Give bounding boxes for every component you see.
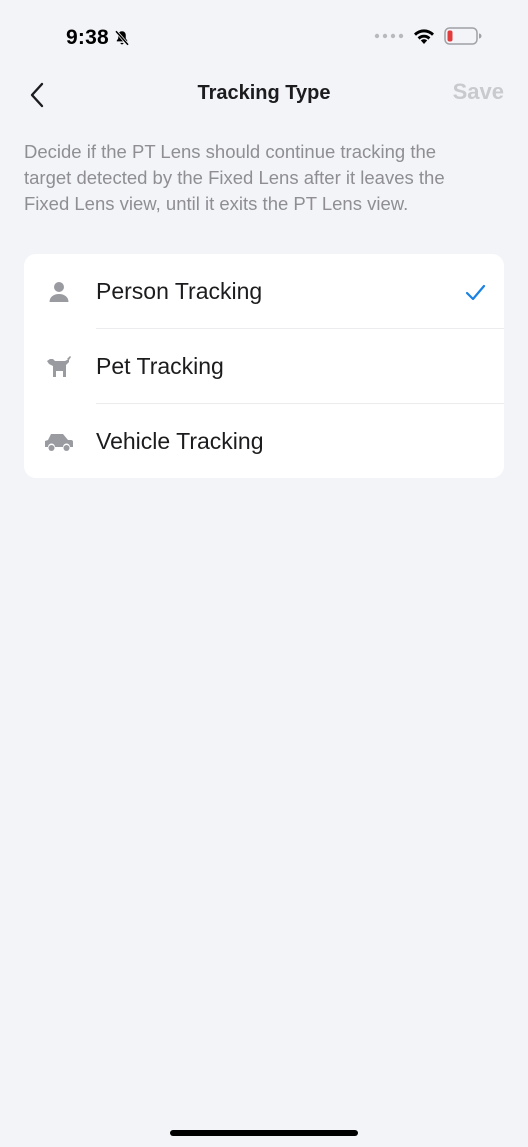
cellular-dots-icon <box>374 33 404 39</box>
status-time: 9:38 <box>66 26 131 50</box>
checkmark-icon <box>465 284 486 300</box>
home-indicator[interactable] <box>170 1130 358 1136</box>
person-icon <box>44 277 74 307</box>
description-text: Decide if the PT Lens should continue tr… <box>24 141 445 214</box>
battery-low-icon <box>444 27 482 45</box>
option-label: Pet Tracking <box>96 353 224 379</box>
car-icon <box>44 427 74 457</box>
option-pet-tracking[interactable]: Pet Tracking <box>24 329 504 404</box>
status-bar: 9:38 <box>0 0 528 78</box>
option-label: Vehicle Tracking <box>96 428 264 454</box>
wifi-icon <box>414 29 434 44</box>
page-title: Tracking Type <box>197 82 331 104</box>
screen: 9:38 Tracking Type Save Decide if the PT… <box>0 0 528 1147</box>
bell-slash-icon <box>114 30 129 46</box>
option-vehicle-tracking[interactable]: Vehicle Tracking <box>24 404 504 478</box>
nav-bar: Tracking Type Save <box>0 72 528 116</box>
tracking-type-list: Person Tracking Pet Tracking Vehicle Tra… <box>24 254 504 478</box>
dog-icon <box>44 352 74 382</box>
option-label: Person Tracking <box>96 278 263 304</box>
status-time-text: 9:38 <box>66 26 109 49</box>
status-icons <box>374 27 482 45</box>
save-button[interactable]: Save <box>453 79 504 105</box>
option-person-tracking[interactable]: Person Tracking <box>24 254 504 329</box>
